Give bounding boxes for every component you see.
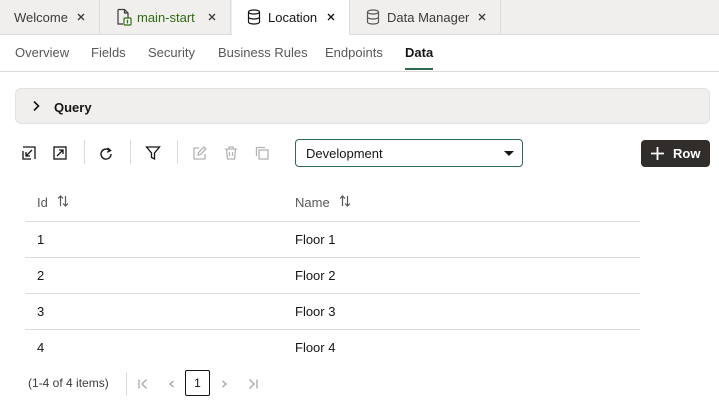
sub-tab-bar: Overview Fields Security Business Rules … — [0, 35, 719, 72]
tab-welcome[interactable]: Welcome — [0, 0, 100, 35]
tab-main-start-label: main-start — [137, 10, 195, 25]
tab-business-rules[interactable]: Business Rules — [218, 45, 308, 60]
git-page-icon — [115, 8, 133, 26]
filter-icon[interactable] — [143, 143, 163, 163]
column-header-label: Id — [37, 195, 48, 210]
next-page-icon[interactable] — [216, 376, 232, 392]
table-row[interactable]: 2 Floor 2 — [25, 258, 640, 294]
import-icon[interactable] — [19, 143, 39, 163]
tab-data-manager[interactable]: Data Manager — [351, 0, 501, 35]
tab-welcome-label: Welcome — [14, 10, 68, 25]
delete-icon[interactable] — [221, 143, 241, 163]
caret-down-icon — [504, 151, 514, 156]
database-icon — [247, 9, 261, 25]
column-header-label: Name — [295, 195, 330, 210]
cell-id: 3 — [37, 304, 45, 319]
chevron-right-icon — [32, 100, 40, 115]
sort-icon[interactable] — [57, 194, 69, 211]
pagination-divider — [126, 372, 127, 396]
active-tab-indicator — [405, 68, 433, 70]
database-icon — [366, 9, 380, 25]
tab-security[interactable]: Security — [148, 45, 195, 60]
edit-icon[interactable] — [190, 143, 210, 163]
close-icon[interactable] — [73, 9, 89, 25]
editor-tab-bar: Welcome main-start Location Data Manager — [0, 0, 719, 35]
cell-id: 1 — [37, 232, 45, 247]
refresh-icon[interactable] — [96, 144, 116, 164]
toolbar-divider — [177, 140, 178, 164]
close-icon[interactable] — [474, 9, 490, 25]
table-row[interactable]: 4 Floor 4 — [25, 330, 640, 366]
tab-location-label: Location — [268, 9, 318, 25]
tab-endpoints[interactable]: Endpoints — [325, 45, 383, 60]
export-icon[interactable] — [50, 143, 70, 163]
cell-id: 2 — [37, 268, 45, 283]
page-number-current[interactable]: 1 — [185, 370, 210, 396]
previous-page-icon[interactable] — [164, 376, 180, 392]
environment-select-value: Development — [306, 146, 383, 161]
cell-name: Floor 2 — [295, 268, 336, 283]
add-row-label: Row — [673, 146, 701, 161]
cell-name: Floor 4 — [295, 340, 336, 355]
add-row-button[interactable]: Row — [641, 140, 710, 167]
first-page-icon[interactable] — [135, 376, 151, 392]
tab-data[interactable]: Data — [405, 45, 433, 60]
toolbar-divider — [84, 140, 85, 164]
cell-name: Floor 3 — [295, 304, 336, 319]
query-panel-header[interactable]: Query — [15, 88, 710, 124]
pagination-info: (1-4 of 4 items) — [28, 376, 109, 390]
cell-name: Floor 1 — [295, 232, 336, 247]
close-icon[interactable] — [323, 9, 339, 25]
sort-icon[interactable] — [339, 194, 351, 211]
cell-id: 4 — [37, 340, 45, 355]
table-row[interactable]: 1 Floor 1 — [25, 222, 640, 258]
table-row[interactable]: 3 Floor 3 — [25, 294, 640, 330]
tab-data-manager-label: Data Manager — [387, 10, 470, 25]
last-page-icon[interactable] — [245, 376, 261, 392]
column-header-name[interactable]: Name — [295, 194, 351, 211]
plus-icon — [650, 146, 665, 164]
query-label: Query — [54, 100, 92, 115]
tab-main-start[interactable]: main-start — [101, 0, 231, 35]
close-icon[interactable] — [204, 9, 220, 25]
duplicate-icon[interactable] — [252, 143, 272, 163]
tab-fields[interactable]: Fields — [91, 45, 126, 60]
environment-select[interactable]: Development — [295, 139, 523, 167]
toolbar-divider — [130, 140, 131, 164]
tab-overview[interactable]: Overview — [15, 45, 69, 60]
table-header: Id Name — [25, 182, 640, 222]
column-header-id[interactable]: Id — [37, 194, 69, 211]
pagination: (1-4 of 4 items) 1 — [0, 368, 719, 400]
tab-location[interactable]: Location — [232, 0, 350, 35]
